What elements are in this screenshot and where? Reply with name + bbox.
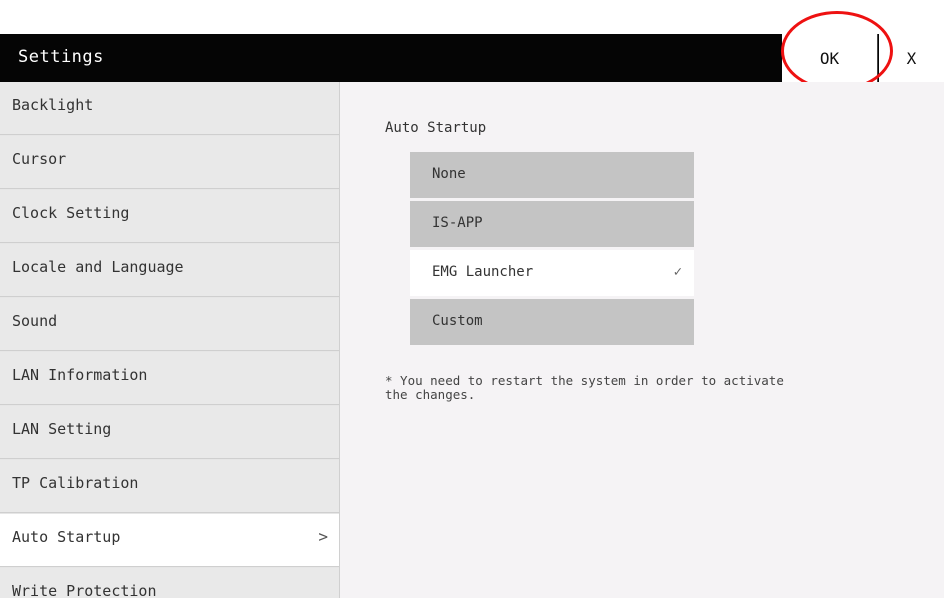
option-label: None	[432, 166, 466, 182]
sidebar-item-label: LAN Information	[12, 366, 148, 384]
sidebar-item-tp-calibration[interactable]: TP Calibration	[0, 460, 339, 513]
section-title: Auto Startup	[385, 120, 487, 136]
sidebar-item-label: Auto Startup	[12, 528, 121, 546]
title-bar: Settings OK X	[0, 34, 944, 82]
settings-sidebar: Backlight Cursor Clock Setting Locale an…	[0, 82, 340, 598]
option-label: Custom	[432, 313, 483, 329]
checkmark-icon: ✓	[673, 264, 682, 280]
settings-content: Auto Startup None IS-APP EMG Launcher ✓ …	[340, 82, 944, 598]
sidebar-item-backlight[interactable]: Backlight	[0, 82, 339, 135]
sidebar-item-label: TP Calibration	[12, 474, 139, 492]
sidebar-item-auto-startup[interactable]: Auto Startup >	[0, 514, 339, 567]
sidebar-item-write-protection[interactable]: Write Protection	[0, 568, 339, 598]
page-title: Settings	[18, 47, 104, 67]
sidebar-item-label: LAN Setting	[12, 420, 112, 438]
sidebar-item-lan-information[interactable]: LAN Information	[0, 352, 339, 405]
sidebar-item-sound[interactable]: Sound	[0, 298, 339, 351]
sidebar-item-label: Backlight	[12, 96, 94, 114]
close-button[interactable]: X	[879, 34, 944, 82]
ok-button[interactable]: OK	[782, 34, 878, 82]
sidebar-item-clock-setting[interactable]: Clock Setting	[0, 190, 339, 243]
option-label: IS-APP	[432, 215, 483, 231]
option-label: EMG Launcher	[432, 264, 534, 280]
sidebar-item-locale-and-language[interactable]: Locale and Language	[0, 244, 339, 297]
sidebar-item-label: Clock Setting	[12, 204, 130, 222]
sidebar-item-lan-setting[interactable]: LAN Setting	[0, 406, 339, 459]
sidebar-item-cursor[interactable]: Cursor	[0, 136, 339, 189]
option-is-app[interactable]: IS-APP	[410, 201, 694, 247]
sidebar-item-label: Write Protection	[12, 582, 157, 598]
sidebar-item-label: Sound	[12, 312, 58, 330]
restart-note: * You need to restart the system in orde…	[385, 373, 784, 402]
sidebar-item-label: Locale and Language	[12, 258, 184, 276]
sidebar-item-label: Cursor	[12, 150, 67, 168]
chevron-right-icon: >	[318, 527, 328, 546]
option-custom[interactable]: Custom	[410, 299, 694, 345]
option-none[interactable]: None	[410, 152, 694, 198]
option-emg-launcher[interactable]: EMG Launcher ✓	[410, 250, 694, 296]
